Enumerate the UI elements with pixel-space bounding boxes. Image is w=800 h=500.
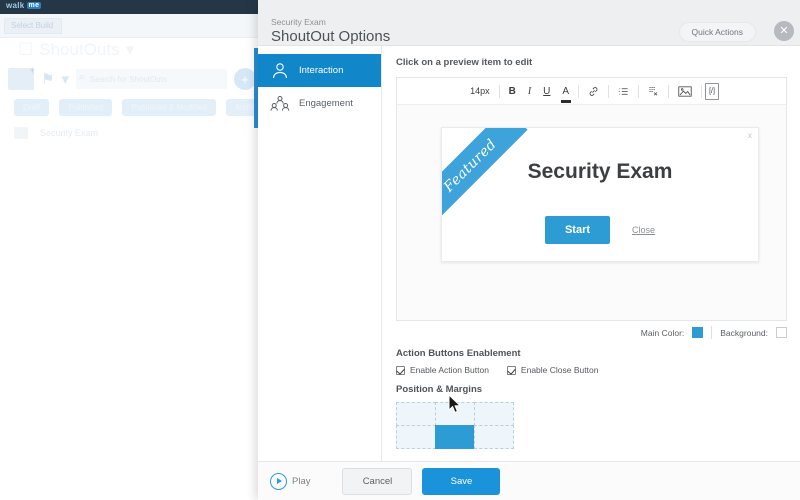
position-grid[interactable] [395,394,515,449]
user-circle-icon [270,61,290,81]
shoutout-page-icon: ☐ [18,40,34,59]
clear-formatting-icon[interactable] [642,83,665,100]
app-search-row: ⚑ ▾ Search for ShoutOuts + [8,62,256,96]
underline-button[interactable]: U [537,83,556,100]
chevron-down-icon[interactable]: ▾ [126,40,135,60]
modal-content: Click on a preview item to edit 14px B I… [382,46,800,461]
position-cell-top-right[interactable] [474,401,515,426]
toolbar-divider [498,84,500,98]
toolbar-divider [701,84,703,98]
save-button[interactable]: Save [422,467,501,495]
background-color-swatch[interactable] [776,327,787,338]
sidebar-item-label: Engagement [299,98,353,109]
enable-close-button-label: Enable Close Button [520,365,599,375]
position-section-title: Position & Margins [396,384,483,395]
rich-text-toolbar: 14px B I U A [/] [397,78,786,105]
list-item-icon [14,127,28,139]
play-label: Play [292,475,311,487]
toolbar-divider [668,84,670,98]
enable-action-button-label: Enable Action Button [410,365,489,375]
preview-dismiss-icon[interactable]: x [748,131,752,140]
search-input[interactable]: Search for ShoutOuts [75,69,227,89]
modal-footer: Play Cancel Save [258,461,800,500]
list-item[interactable]: Security Exam [14,127,254,139]
close-icon[interactable]: ✕ [774,21,794,41]
screen: walk me Select Build ↗ ▦ ☻ ☐ ShoutOuts ▾… [0,0,800,500]
shoutout-preview-area: Featured x Security Exam Start Close [396,105,787,321]
divider [711,326,713,339]
walkme-logo: walk me [6,1,42,10]
enable-close-button-checkbox[interactable]: Enable Close Button [506,365,599,375]
breadcrumb: Security Exam [271,17,326,27]
position-cell-top-center[interactable] [434,401,476,426]
new-folder-icon[interactable] [8,65,35,90]
edit-hint: Click on a preview item to edit [396,57,533,68]
list-icon[interactable] [612,83,635,100]
filter-pill-published[interactable]: Published [59,99,113,116]
build-selector-tab[interactable]: Select Build [4,18,63,34]
page-title: ShoutOut Options [271,28,391,45]
text-color-button[interactable]: A [556,83,575,100]
position-cell-bottom-right[interactable] [474,424,515,449]
checkbox-icon[interactable] [506,365,516,375]
tag-icon[interactable]: ⚑ [41,72,54,87]
position-cell-top-left[interactable] [395,401,436,426]
play-icon [270,472,287,490]
bold-button[interactable]: B [503,83,522,100]
quick-actions-button[interactable]: Quick Actions [678,22,756,42]
logo-accent: me [26,2,42,9]
preview-action-button[interactable]: Start [544,216,611,244]
modal-body: Interaction Engagement Click on a previe… [258,46,800,461]
cancel-button[interactable]: Cancel [342,467,413,495]
toolbar-divider [638,84,640,98]
preview-title[interactable]: Security Exam [442,160,758,184]
background-color-label: Background: [720,327,768,338]
sidebar-item-engagement[interactable]: Engagement [258,87,381,120]
add-icon[interactable]: + [234,68,256,90]
italic-button[interactable]: I [522,83,537,100]
sidebar-item-interaction[interactable]: Interaction [258,54,381,87]
code-icon[interactable]: [/] [705,82,719,100]
play-button[interactable]: Play [270,472,311,490]
action-buttons-checkbox-group: Enable Action Button Enable Close Button [396,365,787,375]
group-people-icon [270,94,290,114]
filter-icon[interactable]: ▾ [61,72,69,87]
list-item-label: Security Exam [40,128,99,138]
modal-header: Security Exam ShoutOut Options Quick Act… [258,0,800,46]
toolbar-divider [578,84,580,98]
color-settings-row: Main Color: Background: [396,326,787,339]
modal-sidebar: Interaction Engagement [258,46,382,461]
image-icon[interactable] [672,83,698,100]
enable-action-button-checkbox[interactable]: Enable Action Button [396,365,489,375]
link-icon[interactable] [582,83,605,100]
position-cell-bottom-left[interactable] [395,424,436,449]
filter-pill-draft[interactable]: Draft [14,99,50,116]
checkbox-icon[interactable] [396,365,405,375]
main-color-swatch[interactable] [692,327,704,338]
preview-close-link[interactable]: Close [632,225,655,235]
app-page-title-text: ShoutOuts [39,40,120,59]
toolbar-divider [608,84,610,98]
shoutout-options-modal: Security Exam ShoutOut Options Quick Act… [258,0,800,500]
main-color-label: Main Color: [640,327,685,338]
filter-pill-published-modified[interactable]: Published & Modified [122,99,216,116]
sidebar-item-label: Interaction [299,65,344,76]
shoutout-preview-card[interactable]: Featured x Security Exam Start Close [441,127,759,262]
preview-actions: Start Close [442,216,758,244]
font-size-select[interactable]: 14px [464,83,496,100]
filter-pill-group: Draft Published Published & Modified Arc… [14,99,275,116]
action-buttons-section-title: Action Buttons Enablement [396,348,521,359]
app-page-title: ☐ ShoutOuts ▾ [18,40,134,60]
logo-text: walk [6,1,25,10]
editor-toolbar-container: 14px B I U A [/] [396,77,787,105]
position-cell-bottom-center[interactable] [434,424,476,449]
